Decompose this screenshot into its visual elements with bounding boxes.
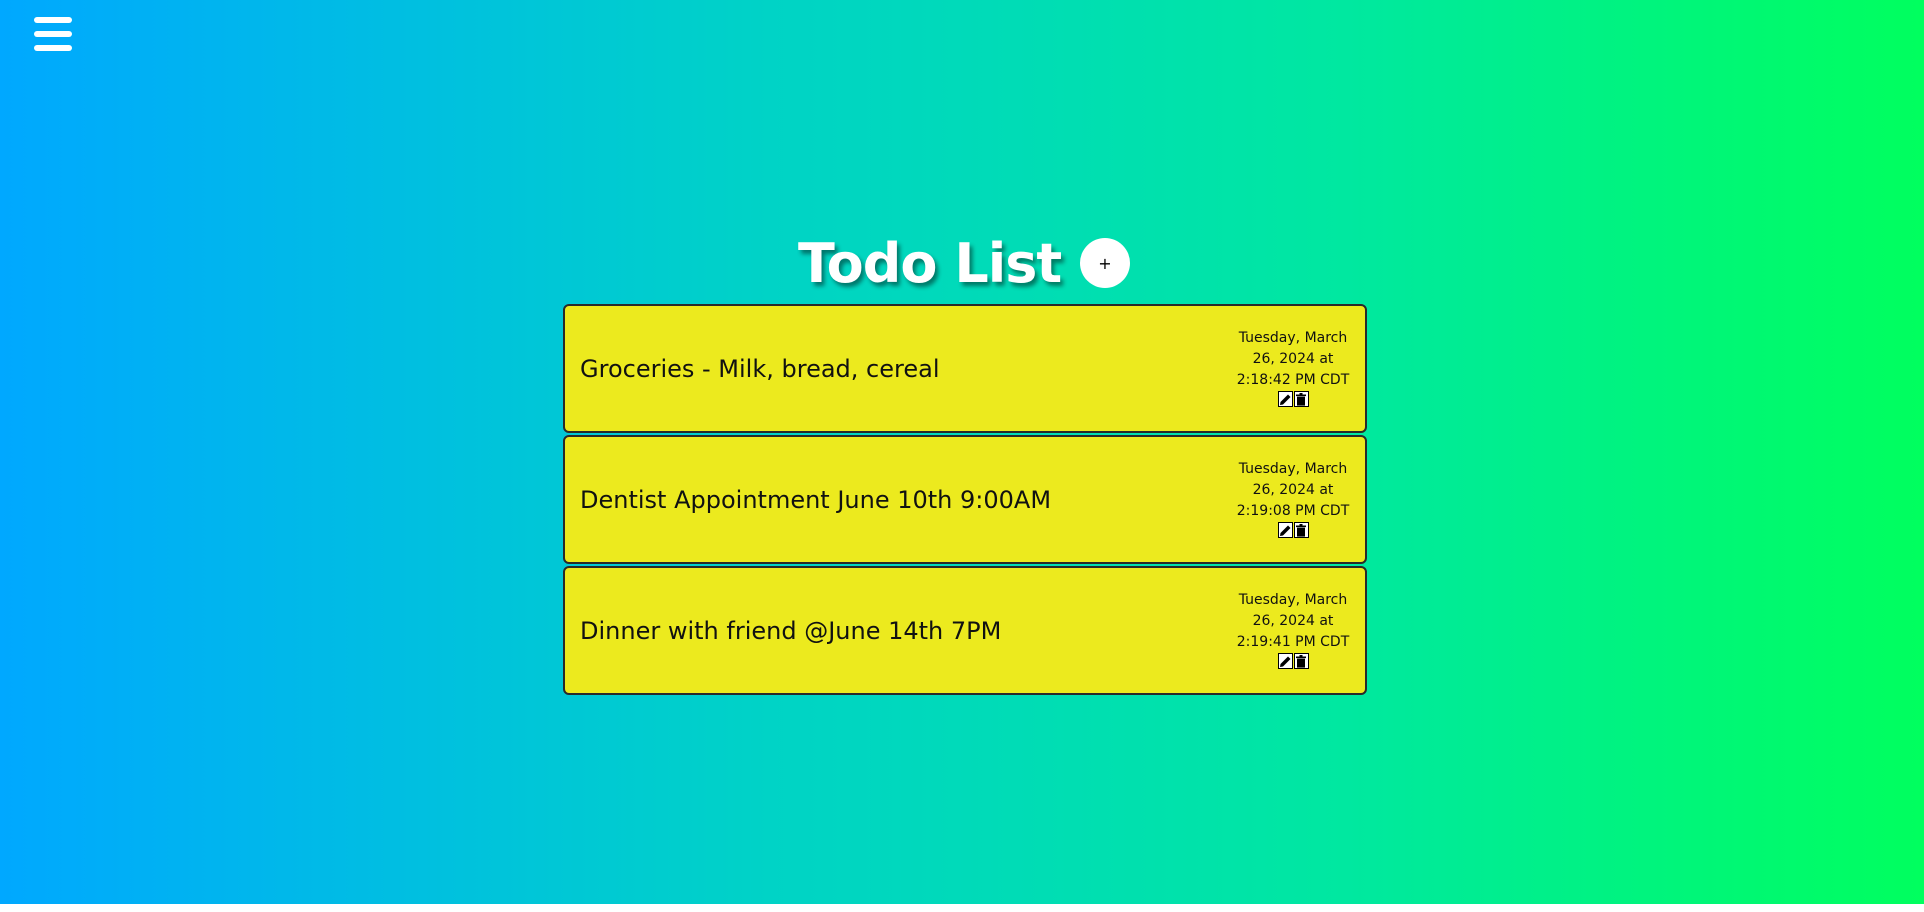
todo-meta: Tuesday, March 26, 2024 at 2:19:08 PM CD… (1229, 459, 1357, 538)
trash-icon (1296, 654, 1306, 668)
edit-button[interactable] (1277, 391, 1293, 407)
trash-icon (1296, 523, 1306, 537)
hamburger-menu-icon (34, 31, 72, 37)
delete-button[interactable] (1293, 522, 1309, 538)
todo-text: Groceries - Milk, bread, cereal (580, 354, 940, 383)
todo-text: Dentist Appointment June 10th 9:00AM (580, 485, 1052, 514)
todo-date-line: Tuesday, March (1238, 592, 1348, 608)
todo-date: Tuesday, March 26, 2024 at 2:18:42 PM CD… (1229, 328, 1357, 391)
todo-date-line: 26, 2024 at (1252, 351, 1334, 367)
edit-pencil-icon (1279, 656, 1290, 667)
todo-date: Tuesday, March 26, 2024 at 2:19:08 PM CD… (1229, 459, 1357, 522)
page-title: Todo List (798, 232, 1062, 295)
hamburger-menu-icon (34, 17, 72, 23)
delete-button[interactable] (1293, 391, 1309, 407)
todo-date-line: 2:18:42 PM CDT (1236, 372, 1350, 388)
todo-date-line: Tuesday, March (1238, 330, 1348, 346)
hamburger-menu-button[interactable] (34, 17, 72, 51)
add-todo-button[interactable]: + (1080, 238, 1130, 288)
todo-actions (1229, 522, 1357, 538)
edit-button[interactable] (1277, 522, 1293, 538)
todo-date-line: Tuesday, March (1238, 461, 1348, 477)
todo-date-line: 26, 2024 at (1252, 613, 1334, 629)
todo-item: Groceries - Milk, bread, cereal Tuesday,… (563, 304, 1367, 433)
todo-list: Groceries - Milk, bread, cereal Tuesday,… (563, 304, 1367, 697)
trash-icon (1296, 392, 1306, 406)
edit-button[interactable] (1277, 653, 1293, 669)
delete-button[interactable] (1293, 653, 1309, 669)
edit-pencil-icon (1279, 394, 1290, 405)
todo-date-line: 2:19:08 PM CDT (1236, 503, 1350, 519)
header: Todo List + (0, 228, 1924, 300)
todo-item: Dinner with friend @June 14th 7PM Tuesda… (563, 566, 1367, 695)
todo-item: Dentist Appointment June 10th 9:00AM Tue… (563, 435, 1367, 564)
todo-date-line: 2:19:41 PM CDT (1236, 634, 1350, 650)
todo-actions (1229, 391, 1357, 407)
todo-date: Tuesday, March 26, 2024 at 2:19:41 PM CD… (1229, 590, 1357, 653)
edit-pencil-icon (1279, 525, 1290, 536)
todo-actions (1229, 653, 1357, 669)
page-bottom-edge (0, 904, 1924, 912)
todo-text: Dinner with friend @June 14th 7PM (580, 616, 1002, 645)
hamburger-menu-icon (34, 45, 72, 51)
todo-meta: Tuesday, March 26, 2024 at 2:18:42 PM CD… (1229, 328, 1357, 407)
todo-date-line: 26, 2024 at (1252, 482, 1334, 498)
todo-meta: Tuesday, March 26, 2024 at 2:19:41 PM CD… (1229, 590, 1357, 669)
